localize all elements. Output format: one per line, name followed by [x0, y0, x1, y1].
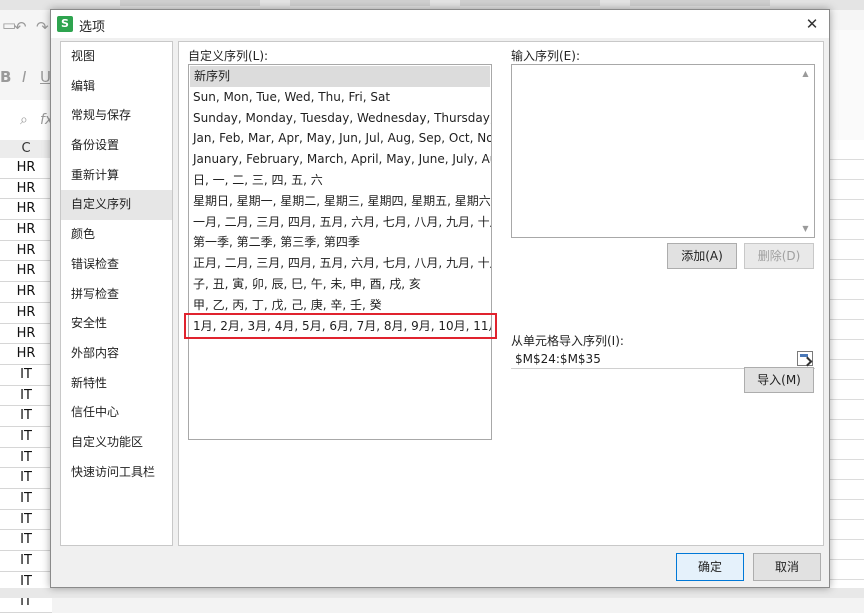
list-item[interactable]: Jan, Feb, Mar, Apr, May, Jun, Jul, Aug, … — [189, 128, 491, 149]
table-cell[interactable]: IT — [0, 426, 52, 448]
table-cell[interactable]: HR — [0, 220, 52, 241]
nav-item[interactable]: 错误检查 — [61, 250, 172, 280]
dialog-titlebar[interactable]: S 选项 ✕ — [51, 10, 829, 38]
list-item[interactable]: 星期日, 星期一, 星期二, 星期三, 星期四, 星期五, 星期六 — [189, 191, 491, 212]
options-nav: 视图 编辑 常规与保存 备份设置 重新计算 自定义序列 颜色 错误检查 拼写检查 安全性 外部内容新… — [60, 41, 173, 546]
table-cell[interactable]: HR — [0, 158, 52, 179]
import-label: 从单元格导入序列(I): — [511, 334, 624, 348]
nav-item[interactable]: 自定义序列 — [61, 190, 172, 221]
nav-item[interactable]: 安全性 — [61, 309, 172, 339]
nav-item[interactable]: 快速访问工具栏 — [61, 458, 172, 488]
list-item[interactable]: Sunday, Monday, Tuesday, Wednesday, Thur… — [189, 108, 491, 129]
scroll-up-icon[interactable]: ▲ — [798, 66, 813, 81]
import-range-input[interactable]: $M$24:$M$35 — [511, 349, 815, 369]
sheet-column-c: HR HR HR HR HR HR HR HR HR HR IT IT IT IT IT IT IT IT IT IT… — [0, 158, 52, 613]
nav-item[interactable]: 外部内容 — [61, 339, 172, 369]
list-item[interactable]: January, February, March, April, May, Ju… — [189, 149, 491, 170]
table-cell[interactable]: HR — [0, 261, 52, 283]
nav-item[interactable]: 常规与保存 — [61, 101, 172, 131]
table-cell[interactable]: HR — [0, 178, 52, 200]
add-button[interactable]: 添加(A) — [667, 243, 737, 269]
redo-icon[interactable]: ↷ — [36, 18, 49, 36]
nav-item[interactable]: 视图 — [61, 42, 172, 72]
custom-lists-label: 自定义序列(L): — [188, 49, 269, 63]
nav-item[interactable]: 新特性 — [61, 369, 172, 399]
search-icon[interactable]: ⌕ — [20, 112, 28, 128]
list-item[interactable]: 正月, 二月, 三月, 四月, 五月, 六月, 七月, 八月, 九月, 十月, … — [189, 253, 491, 274]
import-range-value: $M$24:$M$35 — [515, 352, 601, 366]
app-logo-icon: S — [57, 16, 73, 32]
nav-item[interactable]: 拼写检查 — [61, 280, 172, 310]
app-tab[interactable] — [120, 0, 260, 6]
sheet-grid-right — [828, 140, 864, 598]
vertical-scrollbar[interactable]: ▲ ▼ — [798, 66, 813, 236]
table-cell[interactable]: HR — [0, 240, 52, 262]
sheet-tab-bar — [0, 588, 864, 598]
table-cell[interactable]: IT — [0, 385, 52, 407]
nav-item[interactable]: 自定义功能区 — [61, 428, 172, 458]
table-cell[interactable]: IT — [0, 551, 52, 572]
italic-icon[interactable]: I — [22, 68, 26, 86]
input-list-label: 输入序列(E): — [511, 49, 580, 63]
range-select-icon[interactable] — [797, 351, 813, 366]
app-tab[interactable] — [460, 0, 600, 6]
list-item[interactable]: 日, 一, 二, 三, 四, 五, 六 — [189, 170, 491, 191]
column-header-c[interactable]: C — [0, 140, 52, 159]
table-cell[interactable]: IT — [0, 406, 52, 427]
ok-button[interactable]: 确定 — [676, 553, 744, 581]
table-cell[interactable]: HR — [0, 282, 52, 303]
list-item[interactable]: 子, 丑, 寅, 卯, 辰, 巳, 午, 未, 申, 酉, 戌, 亥 — [189, 274, 491, 295]
table-cell[interactable]: HR — [0, 323, 52, 345]
list-item[interactable]: 1月, 2月, 3月, 4月, 5月, 6月, 7月, 8月, 9月, 10月,… — [189, 316, 491, 337]
delete-button[interactable]: 删除(D) — [744, 243, 814, 269]
table-cell[interactable]: HR — [0, 302, 52, 324]
cancel-button[interactable]: 取消 — [753, 553, 821, 581]
list-item[interactable]: 一月, 二月, 三月, 四月, 五月, 六月, 七月, 八月, 九月, 十月, … — [189, 212, 491, 233]
table-cell[interactable]: IT — [0, 489, 52, 510]
scroll-down-icon[interactable]: ▼ — [798, 221, 813, 236]
nav-item[interactable]: 颜色 — [61, 220, 172, 250]
nav-item[interactable]: 信任中心 — [61, 398, 172, 428]
table-cell[interactable]: HR — [0, 199, 52, 221]
table-cell[interactable]: HR — [0, 344, 52, 365]
list-item[interactable]: 第一季, 第二季, 第三季, 第四季 — [189, 232, 491, 253]
list-item[interactable]: Sun, Mon, Tue, Wed, Thu, Fri, Sat — [189, 87, 491, 108]
close-icon[interactable]: ✕ — [801, 13, 823, 35]
table-cell[interactable]: IT — [0, 364, 52, 386]
nav-item[interactable]: 编辑 — [61, 72, 172, 102]
table-cell[interactable]: IT — [0, 447, 52, 469]
dialog-title: 选项 — [79, 20, 106, 35]
nav-item[interactable]: 重新计算 — [61, 161, 172, 191]
options-dialog: S 选项 ✕ 视图 编辑 常规与保存 备份设置 重新计算 自定义序列 颜色 错误检查 拼写检查安… — [50, 9, 830, 588]
list-item[interactable]: 甲, 乙, 丙, 丁, 戊, 己, 庚, 辛, 壬, 癸 — [189, 295, 491, 316]
list-entries-textarea[interactable]: ▲ ▼ — [511, 64, 815, 238]
list-item[interactable]: 新序列 — [190, 66, 490, 87]
custom-lists-listbox[interactable]: 新序列 Sun, Mon, Tue, Wed, Thu, Fri, Sat Sund… — [188, 64, 492, 440]
app-tab[interactable] — [630, 0, 770, 6]
custom-lists-panel: 自定义序列(L): 新序列 Sun, Mon, Tue, Wed, Thu, Fr… — [178, 41, 824, 546]
app-tab[interactable] — [290, 0, 430, 6]
undo-icon[interactable]: ↶ — [14, 18, 27, 36]
import-button[interactable]: 导入(M) — [744, 367, 814, 393]
nav-item[interactable]: 备份设置 — [61, 131, 172, 161]
bold-icon[interactable]: B — [0, 68, 11, 86]
table-cell[interactable]: IT — [0, 530, 52, 552]
table-cell[interactable]: IT — [0, 468, 52, 489]
table-cell[interactable]: IT — [0, 509, 52, 531]
